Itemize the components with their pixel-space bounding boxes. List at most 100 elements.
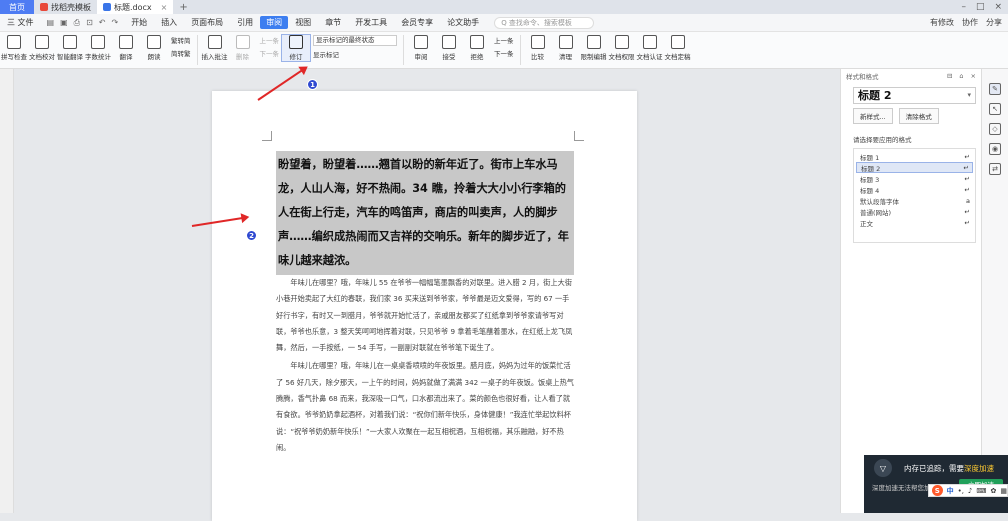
style-item[interactable]: 普通(网站) ↵ (856, 206, 973, 217)
styles-panel-title[interactable]: 样式和格式 (846, 71, 879, 81)
keyboard-icon[interactable]: ⌨ (976, 487, 986, 495)
restrict-editing-button[interactable]: 限制编辑 (580, 35, 608, 61)
translate-side-icon[interactable]: ⇄ (989, 163, 1001, 175)
paragraph-mark-icon: ↵ (964, 207, 970, 216)
print-preview-icon[interactable]: ⊡ (86, 18, 93, 28)
command-search-input[interactable]: Q 查找命令、搜索模板 (494, 16, 595, 29)
print-icon[interactable]: ⎙ (74, 18, 80, 28)
selected-heading-paragraph[interactable]: 盼望着，盼望着……翘首以盼的新年近了。街市上车水马龙，人山人海，好不热闹。34 … (276, 151, 574, 275)
new-doc-icon[interactable]: ▤ (47, 18, 55, 28)
save-icon[interactable]: ▣ (60, 18, 68, 28)
paragraph-mark-icon: ↵ (964, 185, 970, 194)
tab-templates[interactable]: 找稻壳模板 (34, 0, 97, 14)
pin-icon[interactable]: ⌂ (959, 72, 963, 80)
read-aloud-button[interactable]: 朗读 (140, 35, 168, 61)
style-item[interactable]: 标题 2 ↵ (856, 162, 973, 173)
close-window-icon[interactable]: × (994, 2, 1002, 12)
shapes-icon[interactable]: ◇ (989, 123, 1001, 135)
menu-review[interactable]: 审阅 (260, 16, 289, 29)
paragraph-2[interactable]: 年味儿在哪里？哦，年味儿在一桌桌香喷喷的年夜饭里。腊月底，妈妈为过年的饭菜忙活了… (276, 358, 574, 456)
share-button[interactable]: 分享 (986, 17, 1002, 28)
vertical-ruler[interactable] (0, 69, 14, 513)
document-area[interactable]: ▤▾ 盼望着，盼望着……翘首以盼的新年近了。街市上车水马龙，人山人海，好不热闹。… (0, 69, 840, 521)
next-change-button[interactable]: 下一条 (494, 48, 514, 58)
file-menu[interactable]: 三 文件 (0, 17, 41, 28)
close-tab-icon[interactable]: × (161, 3, 168, 12)
maximize-icon[interactable]: □ (976, 2, 985, 12)
new-tab-icon[interactable]: + (173, 2, 193, 13)
microphone-icon[interactable]: ♪ (968, 487, 972, 495)
current-style-select[interactable]: 标题 2 ▾ (853, 87, 976, 104)
prev-comment-button[interactable]: 上一条 (260, 35, 280, 45)
doc-permission-icon (614, 35, 629, 49)
change-nav-group: 上一条 下一条 (491, 35, 517, 58)
clean-button[interactable]: 清理 (552, 35, 580, 61)
paragraph-mark-icon: ↵ (964, 174, 970, 183)
markup-state-select[interactable]: 显示标记的最终状态 (313, 35, 397, 46)
ime-punctuation-icon[interactable]: •, (958, 487, 964, 495)
collaborate-button[interactable]: 协作 (962, 17, 978, 28)
document-page[interactable]: 盼望着，盼望着……翘首以盼的新年近了。街市上车水马龙，人山人海，好不热闹。34 … (212, 91, 637, 521)
deep-accelerate-link[interactable]: 深度加速 (964, 464, 994, 473)
paragraph-1[interactable]: 年味儿在哪里？哦，年味儿 55 在爷爷一幅幅笔墨飘香的对联里。进入腊 2 月，街… (276, 275, 574, 356)
collapse-icon[interactable]: ⊟ (947, 72, 952, 80)
style-item[interactable]: 标题 1 ↵ (856, 151, 973, 162)
body-text[interactable]: 年味儿在哪里？哦，年味儿 55 在爷爷一幅幅笔墨飘香的对联里。进入腊 2 月，街… (276, 275, 574, 456)
has-changes-label[interactable]: 有修改 (930, 17, 954, 28)
prev-change-button[interactable]: 上一条 (494, 35, 514, 45)
close-panel-icon[interactable]: × (971, 72, 976, 80)
reject-label: 拒绝 (470, 53, 484, 61)
menu-view[interactable]: 视图 (288, 17, 318, 28)
tab-document[interactable]: 标题.docx × (97, 0, 174, 14)
style-item[interactable]: 标题 3 ↵ (856, 173, 973, 184)
compare-button[interactable]: 比较 (524, 35, 552, 61)
menu-start[interactable]: 开始 (124, 17, 154, 28)
undo-icon[interactable]: ↶ (99, 18, 106, 28)
show-markup-dropdown[interactable]: 显示标记 (313, 49, 397, 59)
menu-insert[interactable]: 插入 (154, 17, 184, 28)
tab-home[interactable]: 首页 (0, 0, 34, 14)
translate-button[interactable]: 翻译 (112, 35, 140, 61)
menu-layout[interactable]: 页面布局 (184, 17, 230, 28)
style-item[interactable]: 标题 4 ↵ (856, 184, 973, 195)
location-icon[interactable]: ◉ (989, 143, 1001, 155)
doc-finalize-button[interactable]: 文档定稿 (664, 35, 692, 61)
track-changes-button[interactable]: 修订 (281, 34, 311, 62)
menu-developer[interactable]: 开发工具 (348, 17, 394, 28)
doc-certify-button[interactable]: 文档认证 (636, 35, 664, 61)
menu-paper[interactable]: 论文助手 (440, 17, 486, 28)
next-comment-button[interactable]: 下一条 (260, 48, 280, 58)
insert-comment-label: 插入批注 (201, 53, 228, 61)
style-item[interactable]: 默认段落字体 a (856, 195, 973, 206)
menu-section[interactable]: 章节 (318, 17, 348, 28)
clear-format-button[interactable]: 清除格式 (898, 108, 939, 124)
chinese-conversion-group: 繁转简 简转繁 (168, 35, 194, 58)
word-count-button[interactable]: 字数统计 (84, 35, 112, 61)
ime-language-toggle[interactable]: 中 (947, 486, 954, 496)
accept-button[interactable]: 接受 (435, 35, 463, 61)
insert-comment-button[interactable]: 插入批注 (201, 35, 229, 61)
menu-references[interactable]: 引用 (230, 17, 260, 28)
styles-panel: 样式和格式 ⊟ ⌂ × 标题 2 ▾ 新样式... 清除格式 请选择要应用的格式… (840, 69, 981, 513)
spell-check-button[interactable]: 拼写检查 (0, 35, 28, 61)
simp-to-trad-button[interactable]: 简转繁 (171, 48, 191, 58)
new-style-button[interactable]: 新样式... (853, 108, 893, 124)
menu-grid-icon[interactable]: ▦ (1000, 487, 1007, 495)
review-pane-button[interactable]: 审阅 (407, 35, 435, 61)
translate-label: 翻译 (119, 53, 133, 61)
reject-button[interactable]: 拒绝 (463, 35, 491, 61)
doc-proofread-button[interactable]: 文档校对 (28, 35, 56, 61)
style-pen-icon[interactable]: ✎ (989, 83, 1001, 95)
redo-icon[interactable]: ↷ (111, 18, 118, 28)
trad-to-simp-button[interactable]: 繁转简 (171, 35, 191, 45)
sogou-logo-icon[interactable]: S (932, 485, 943, 496)
style-item[interactable]: 正文 ↵ (856, 217, 973, 228)
skin-icon[interactable]: ✿ (991, 487, 997, 495)
delete-comment-button[interactable]: 删除 (229, 35, 257, 61)
minimize-icon[interactable]: – (961, 2, 966, 12)
select-cursor-icon[interactable]: ↖ (989, 103, 1001, 115)
style-item-label: 正文 (860, 219, 873, 228)
menu-member[interactable]: 会员专享 (394, 17, 440, 28)
doc-permission-button[interactable]: 文档权限 (608, 35, 636, 61)
smart-translate-button[interactable]: 智能翻译 (56, 35, 84, 61)
